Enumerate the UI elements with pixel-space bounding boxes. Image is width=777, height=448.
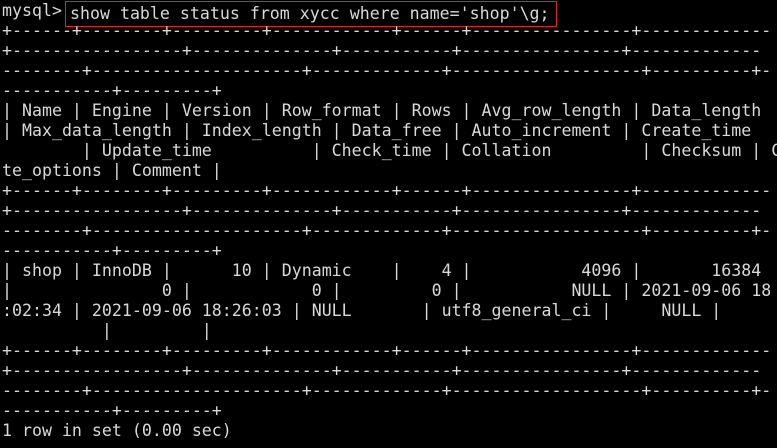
table-row-line: | 0 | 0 | 0 | NULL | 2021-09-06 18 — [2, 281, 772, 300]
table-header-line: | Name | Engine | Version | Row_format |… — [2, 101, 762, 120]
table-header-line: te_options | Comment | — [2, 161, 222, 180]
table-border-line: --------+---------------------+---------… — [2, 381, 772, 400]
table-border-line: -----------+---------+ — [2, 81, 222, 100]
terminal-window[interactable]: mysql> show table status from xycc where… — [0, 0, 777, 448]
table-border-line: +-----------------+--------------+------… — [2, 41, 762, 60]
table-header-line: | Update_time | Check_time | Collation |… — [2, 141, 777, 160]
table-border-line: -----------+---------+ — [2, 401, 222, 420]
mysql-prompt: mysql> — [2, 1, 62, 20]
table-row-line: | shop | InnoDB | 10 | Dynamic | 4 | 409… — [2, 261, 762, 280]
table-border-line: +-----------------+--------------+------… — [2, 361, 762, 380]
table-row-line: :02:34 | 2021-09-06 18:26:03 | NULL | ut… — [2, 301, 722, 320]
table-border-line: +------+--------+---------+------------+… — [2, 181, 772, 200]
table-header-line: | Max_data_length | Index_length | Data_… — [2, 121, 752, 140]
table-border-line: +------+--------+---------+------------+… — [2, 21, 772, 40]
table-border-line: +------+--------+---------+------------+… — [2, 341, 772, 360]
result-summary: 1 row in set (0.00 sec) — [2, 421, 232, 440]
table-border-line: --------+---------------------+---------… — [2, 221, 772, 240]
table-border-line: +-----------------+--------------+------… — [2, 201, 762, 220]
table-row-line: | | — [2, 321, 212, 340]
table-border-line: --------+---------------------+---------… — [2, 61, 772, 80]
table-border-line: -----------+---------+ — [2, 241, 222, 260]
